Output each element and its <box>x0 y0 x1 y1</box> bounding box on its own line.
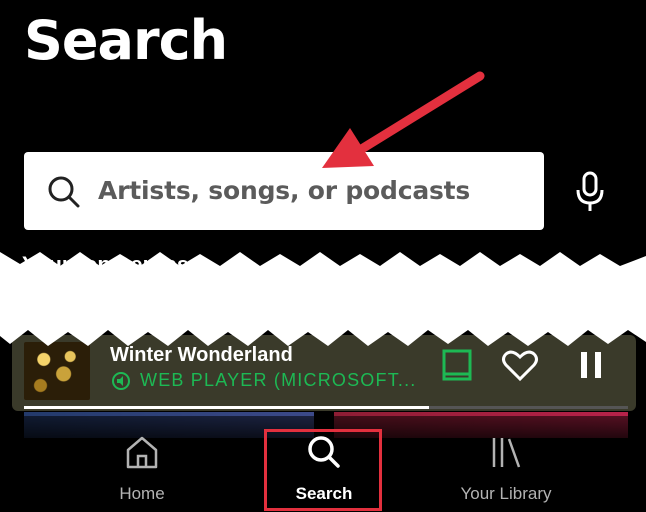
page-title: Search <box>24 9 228 72</box>
annotation-highlight-box <box>264 429 382 511</box>
search-page: Search Artists, songs, or podcasts Your … <box>0 0 646 512</box>
playback-progress-fill <box>24 406 429 409</box>
nav-home-label: Home <box>119 484 165 503</box>
album-cover <box>24 342 90 400</box>
device-label: WEB PLAYER (MICROSOFT... <box>140 370 417 390</box>
nav-your-library-label: Your Library <box>460 484 552 503</box>
section-title: Your top genres <box>22 252 190 277</box>
microphone-icon[interactable] <box>573 171 607 213</box>
connect-device-icon[interactable] <box>440 348 474 382</box>
search-placeholder: Artists, songs, or podcasts <box>98 176 471 205</box>
nav-home[interactable]: Home <box>62 434 222 504</box>
heart-icon[interactable] <box>500 345 540 385</box>
nav-your-library[interactable]: Your Library <box>426 434 586 504</box>
speaker-icon <box>112 372 130 390</box>
home-icon <box>126 436 158 469</box>
pause-icon[interactable] <box>574 348 608 382</box>
library-icon <box>492 438 521 468</box>
search-icon <box>48 176 80 208</box>
track-title: Winter Wonderland <box>110 344 293 366</box>
playback-progress[interactable] <box>24 406 628 409</box>
